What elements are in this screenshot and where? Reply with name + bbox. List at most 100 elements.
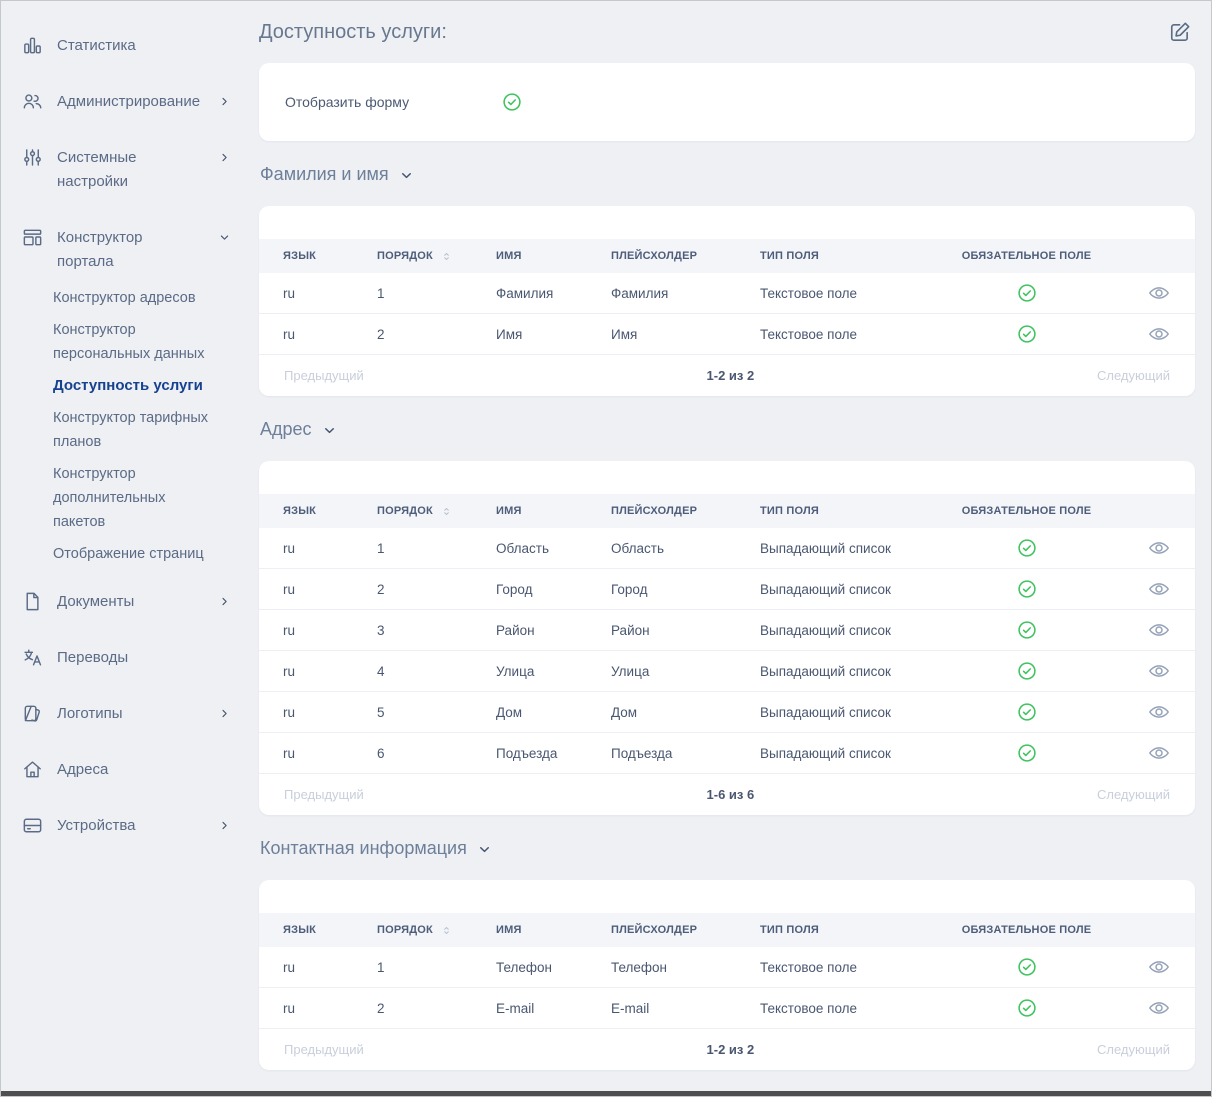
- column-header: ОБЯЗАТЕЛЬНОЕ ПОЛЕ: [954, 250, 1099, 262]
- sort-icon[interactable]: [440, 505, 453, 518]
- app-root: Статистика Администрирование Системные н…: [1, 1, 1211, 1093]
- cell-placeholder: Подъезда: [611, 746, 760, 761]
- chevron-down-icon: [218, 231, 231, 244]
- pagination-previous[interactable]: Предыдущий: [284, 1042, 364, 1057]
- column-header: ТИП ПОЛЯ: [760, 505, 954, 517]
- chevron-right-icon: [218, 819, 231, 832]
- table-row: ru 1 Фамилия Фамилия Текстовое поле: [259, 273, 1195, 314]
- cell-field-type: Выпадающий список: [760, 623, 954, 638]
- cell-name: Имя: [496, 327, 611, 342]
- chevron-right-icon: [218, 595, 231, 608]
- pagination-info: 1-6 из 6: [364, 787, 1097, 802]
- view-button[interactable]: [1147, 659, 1171, 683]
- column-header[interactable]: ПОРЯДОК: [377, 924, 496, 937]
- sidebar-item-statistics[interactable]: Статистика: [21, 34, 231, 58]
- toggle-label: Отобразить форму: [285, 94, 409, 110]
- sidebar-item-logos[interactable]: Логотипы: [21, 702, 231, 726]
- cell-field-type: Текстовое поле: [760, 327, 954, 342]
- cell-name: Улица: [496, 664, 611, 679]
- table-row: ru 3 Район Район Выпадающий список: [259, 610, 1195, 651]
- table-row: ru 4 Улица Улица Выпадающий список: [259, 651, 1195, 692]
- cell-order: 1: [377, 541, 496, 556]
- section-table-card: ЯЗЫКПОРЯДОКИМЯПЛЕЙСХОЛДЕРТИП ПОЛЯОБЯЗАТЕ…: [259, 880, 1195, 1070]
- chevron-right-icon: [218, 95, 231, 108]
- cell-name: Район: [496, 623, 611, 638]
- view-button[interactable]: [1147, 996, 1171, 1020]
- column-header: ЯЗЫК: [283, 250, 377, 262]
- cell-placeholder: Дом: [611, 705, 760, 720]
- pagination-next[interactable]: Следующий: [1097, 1042, 1170, 1057]
- cell-order: 6: [377, 746, 496, 761]
- sidebar-item-portal-constructor[interactable]: Конструктор портала: [21, 226, 231, 274]
- sidebar-item-addresses[interactable]: Адреса: [21, 758, 231, 782]
- pagination: Предыдущий 1-2 из 2 Следующий: [259, 355, 1195, 396]
- table-header-row: ЯЗЫКПОРЯДОКИМЯПЛЕЙСХОЛДЕРТИП ПОЛЯОБЯЗАТЕ…: [259, 239, 1195, 273]
- pagination-next[interactable]: Следующий: [1097, 787, 1170, 802]
- pagination-next[interactable]: Следующий: [1097, 368, 1170, 383]
- section-title[interactable]: Фамилия и имя: [260, 161, 1195, 187]
- pagination-previous[interactable]: Предыдущий: [284, 787, 364, 802]
- edit-button[interactable]: [1167, 18, 1195, 46]
- view-button[interactable]: [1147, 700, 1171, 724]
- users-icon: [21, 90, 45, 114]
- sidebar-subitem-extra-packages-constructor[interactable]: Конструктор дополнительных пакетов: [53, 462, 213, 534]
- sidebar-subitem-pages-display[interactable]: Отображение страниц: [53, 542, 213, 566]
- column-header[interactable]: ПОРЯДОК: [377, 505, 496, 518]
- section-title[interactable]: Контактная информация: [260, 835, 1195, 861]
- cell-field-type: Выпадающий список: [760, 582, 954, 597]
- sidebar-item-translations[interactable]: Переводы: [21, 646, 231, 670]
- cell-lang: ru: [283, 327, 377, 342]
- layout-icon: [21, 226, 45, 250]
- cell-placeholder: Имя: [611, 327, 760, 342]
- cell-order: 1: [377, 960, 496, 975]
- section-title[interactable]: Адрес: [260, 416, 1195, 442]
- pagination-previous[interactable]: Предыдущий: [284, 368, 364, 383]
- bar-chart-icon: [21, 34, 45, 58]
- eye-icon: [1147, 536, 1171, 560]
- cell-name: Подъезда: [496, 746, 611, 761]
- eye-icon: [1147, 955, 1171, 979]
- required-check-icon: [1016, 997, 1038, 1019]
- sort-icon[interactable]: [440, 250, 453, 263]
- view-button[interactable]: [1147, 741, 1171, 765]
- sidebar-subitem-tariff-plans-constructor[interactable]: Конструктор тарифных планов: [53, 406, 213, 454]
- view-button[interactable]: [1147, 322, 1171, 346]
- sidebar-subitem-service-availability[interactable]: Доступность услуги: [53, 374, 213, 398]
- sidebar-item-documents[interactable]: Документы: [21, 590, 231, 614]
- view-button[interactable]: [1147, 577, 1171, 601]
- view-button[interactable]: [1147, 618, 1171, 642]
- cell-lang: ru: [283, 623, 377, 638]
- cell-field-type: Выпадающий список: [760, 705, 954, 720]
- eye-icon: [1147, 577, 1171, 601]
- cell-order: 2: [377, 582, 496, 597]
- devices-icon: [21, 814, 45, 838]
- view-button[interactable]: [1147, 281, 1171, 305]
- view-button[interactable]: [1147, 955, 1171, 979]
- home-icon: [21, 758, 45, 782]
- column-header: ОБЯЗАТЕЛЬНОЕ ПОЛЕ: [954, 505, 1099, 517]
- required-check-icon: [1016, 701, 1038, 723]
- view-button[interactable]: [1147, 536, 1171, 560]
- sidebar-subitem-address-constructor[interactable]: Конструктор адресов: [53, 286, 213, 310]
- section-table-card: ЯЗЫКПОРЯДОКИМЯПЛЕЙСХОЛДЕРТИП ПОЛЯОБЯЗАТЕ…: [259, 461, 1195, 815]
- cell-lang: ru: [283, 1001, 377, 1016]
- sliders-icon: [21, 146, 45, 170]
- sidebar-item-devices[interactable]: Устройства: [21, 814, 231, 838]
- sidebar-item-system-settings[interactable]: Системные настройки: [21, 146, 231, 194]
- column-header[interactable]: ПОРЯДОК: [377, 250, 496, 263]
- required-check-icon: [1016, 619, 1038, 641]
- table-row: ru 5 Дом Дом Выпадающий список: [259, 692, 1195, 733]
- table-header-row: ЯЗЫКПОРЯДОКИМЯПЛЕЙСХОЛДЕРТИП ПОЛЯОБЯЗАТЕ…: [259, 913, 1195, 947]
- check-circle-icon[interactable]: [501, 91, 523, 113]
- table-header-row: ЯЗЫКПОРЯДОКИМЯПЛЕЙСХОЛДЕРТИП ПОЛЯОБЯЗАТЕ…: [259, 494, 1195, 528]
- sidebar-subitem-personal-data-constructor[interactable]: Конструктор персональных данных: [53, 318, 213, 366]
- required-check-icon: [1016, 660, 1038, 682]
- sidebar-item-administration[interactable]: Администрирование: [21, 90, 231, 114]
- column-header: ИМЯ: [496, 250, 611, 262]
- section-contact-info: Контактная информация ЯЗЫКПОРЯДОКИМЯПЛЕЙ…: [259, 835, 1195, 1070]
- cell-name: Дом: [496, 705, 611, 720]
- chevron-down-icon: [322, 420, 337, 438]
- column-header: ОБЯЗАТЕЛЬНОЕ ПОЛЕ: [954, 924, 1099, 936]
- sort-icon[interactable]: [440, 924, 453, 937]
- eye-icon: [1147, 618, 1171, 642]
